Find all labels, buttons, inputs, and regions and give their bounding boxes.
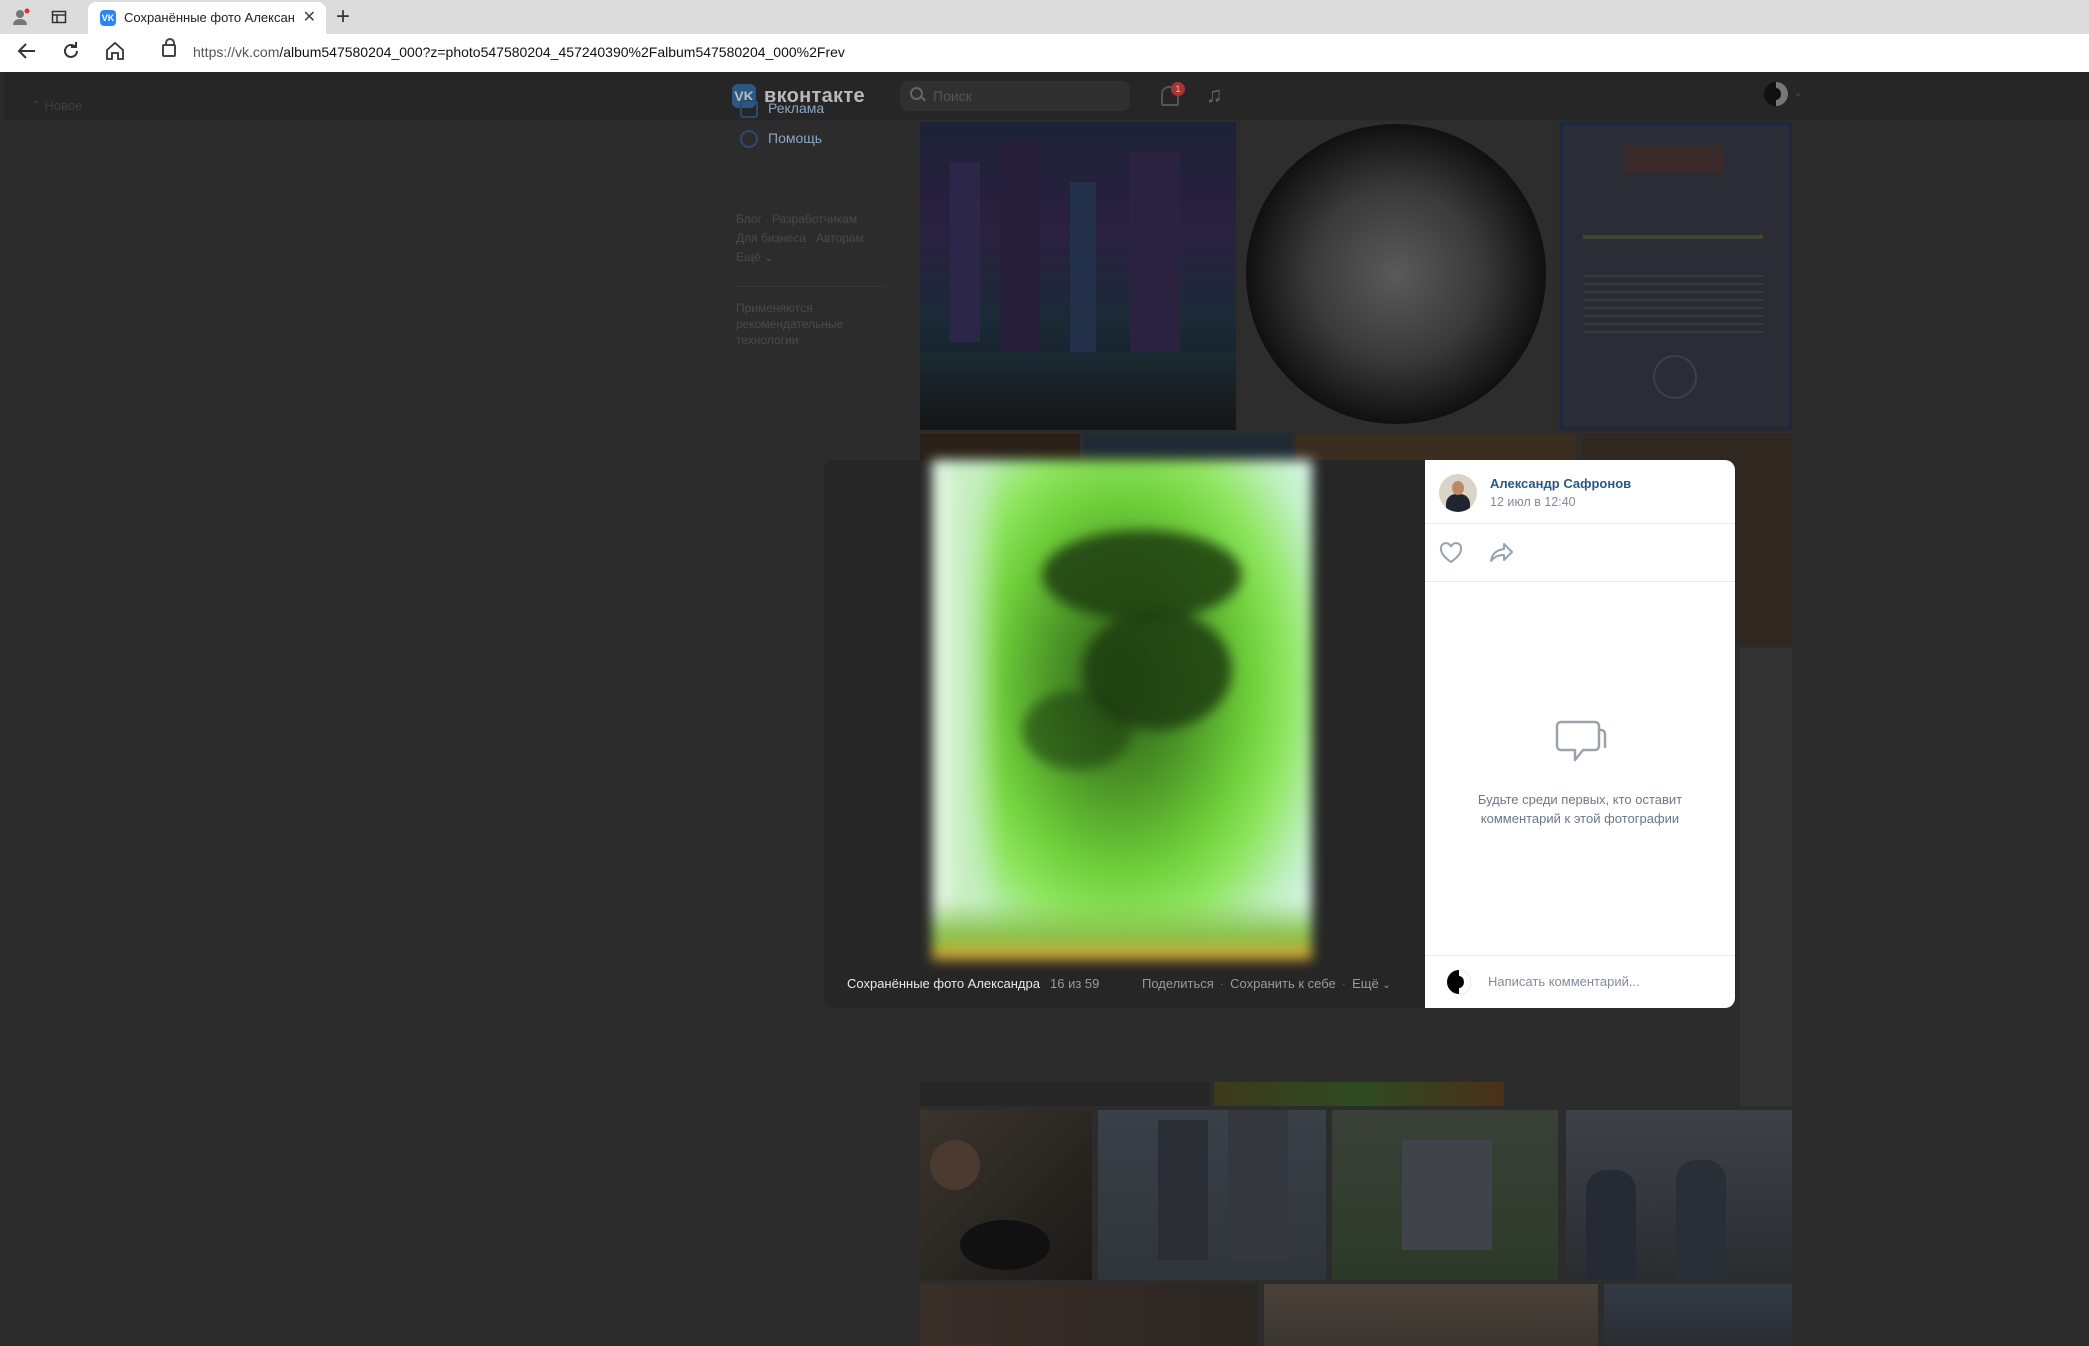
- album-thumbnail[interactable]: [1740, 648, 1792, 1106]
- music-icon[interactable]: ♫: [1206, 82, 1223, 108]
- search-placeholder: Поиск: [933, 88, 972, 104]
- footer-link-blog[interactable]: Блог: [736, 212, 762, 226]
- author-avatar[interactable]: [1439, 474, 1477, 512]
- divider: [736, 286, 886, 287]
- vk-favicon-icon: VK: [100, 10, 116, 26]
- album-thumbnail[interactable]: [1240, 122, 1552, 430]
- album-thumbnail[interactable]: [920, 1284, 1258, 1346]
- footer-link-dev[interactable]: Разработчикам: [772, 212, 857, 226]
- back-icon[interactable]: [16, 40, 38, 68]
- album-thumbnail[interactable]: [920, 122, 1236, 430]
- empty-comments-text: Будьте среди первых, кто оставит коммент…: [1477, 792, 1683, 826]
- new-tab-icon[interactable]: +: [336, 3, 350, 31]
- user-avatar[interactable]: [1764, 82, 1788, 106]
- url-path: /album547580204_000?z=photo547580204_457…: [279, 44, 845, 60]
- close-tab-icon[interactable]: ✕: [303, 7, 316, 27]
- album-thumbnail[interactable]: [920, 1110, 1092, 1280]
- sidebar-item-label: Реклама: [768, 100, 825, 116]
- current-user-avatar: [1447, 970, 1471, 994]
- album-thumbnail[interactable]: [1604, 1284, 1792, 1346]
- profile-icon[interactable]: [10, 6, 32, 28]
- lock-icon: [162, 38, 176, 57]
- url-field[interactable]: https://vk.com/album547580204_000?z=phot…: [150, 38, 2089, 68]
- address-bar-row: https://vk.com/album547580204_000?z=phot…: [0, 34, 2089, 72]
- url-host: https://vk.com: [193, 44, 280, 60]
- share-button[interactable]: Поделиться: [1142, 976, 1214, 991]
- photo-info-panel: Александр Сафронов 12 июл в 12:40 Будьте…: [1425, 460, 1735, 1008]
- like-icon[interactable]: [1438, 540, 1464, 566]
- album-title[interactable]: Сохранённые фото Александра: [847, 976, 1040, 991]
- footer-link-business[interactable]: Для бизнеса: [736, 231, 806, 245]
- comments-bubble-icon: [1553, 716, 1607, 766]
- album-thumbnail[interactable]: [1264, 1284, 1598, 1346]
- divider: [1425, 581, 1735, 582]
- album-thumbnail[interactable]: [1214, 1082, 1504, 1106]
- author-name[interactable]: Александр Сафронов: [1490, 476, 1631, 491]
- chevron-down-icon: ⌄: [1382, 980, 1391, 991]
- album-thumbnail[interactable]: [1098, 1110, 1326, 1280]
- left-sidebar: Реклама Помощь: [736, 94, 896, 154]
- more-button[interactable]: Ещё ⌄: [1352, 976, 1391, 991]
- divider: [1425, 523, 1735, 524]
- photo-counter: 16 из 59: [1050, 976, 1100, 991]
- album-thumbnail[interactable]: [1560, 122, 1792, 430]
- active-tab[interactable]: VK Сохранённые фото Александра ✕: [88, 2, 326, 34]
- album-thumbnail[interactable]: [920, 1082, 1210, 1106]
- home-icon[interactable]: [104, 40, 126, 68]
- share-icon[interactable]: [1488, 540, 1516, 566]
- back-to-news-link[interactable]: ⌃ Новое: [30, 98, 82, 114]
- save-to-self-button[interactable]: Сохранить к себе: [1230, 976, 1336, 991]
- recommendation-note: Применяются рекомендательные технологии: [736, 301, 844, 347]
- search-icon: [910, 87, 923, 100]
- comment-input[interactable]: Написать комментарий...: [1488, 974, 1640, 989]
- divider: [1425, 955, 1735, 956]
- album-thumbnail[interactable]: [1566, 1110, 1792, 1280]
- footer-link-authors[interactable]: Авторам: [816, 231, 864, 245]
- search-input[interactable]: Поиск: [900, 81, 1130, 111]
- megaphone-icon: [740, 100, 758, 118]
- sidebar-item-help[interactable]: Помощь: [736, 124, 896, 154]
- reload-icon[interactable]: [60, 40, 82, 68]
- notifications-bell-icon[interactable]: 1: [1159, 82, 1185, 106]
- notification-badge: 1: [1171, 82, 1185, 96]
- viewer-bottom-bar: Сохранённые фото Александра 16 из 59 Под…: [847, 976, 1391, 991]
- footer-link-more[interactable]: Ещё ⌄: [736, 250, 774, 264]
- browser-tab-bar: VK Сохранённые фото Александра ✕ +: [0, 0, 2089, 34]
- post-date[interactable]: 12 июл в 12:40: [1490, 495, 1576, 509]
- tab-actions-icon[interactable]: [48, 6, 70, 28]
- chevron-down-icon[interactable]: ⌄: [1794, 88, 1802, 99]
- album-thumbnail[interactable]: [1332, 1110, 1558, 1280]
- sidebar-item-label: Помощь: [768, 130, 823, 146]
- photo-image[interactable]: [932, 460, 1312, 960]
- vk-header: VK вконтакте Поиск 1 ♫ ⌄: [4, 72, 2089, 120]
- sidebar-item-ads[interactable]: Реклама: [736, 94, 896, 124]
- help-icon: [740, 130, 758, 148]
- tab-title: Сохранённые фото Александра: [124, 10, 294, 25]
- footer-links: Блог Разработчикам Для бизнеса Авторам Ещё…: [736, 210, 874, 267]
